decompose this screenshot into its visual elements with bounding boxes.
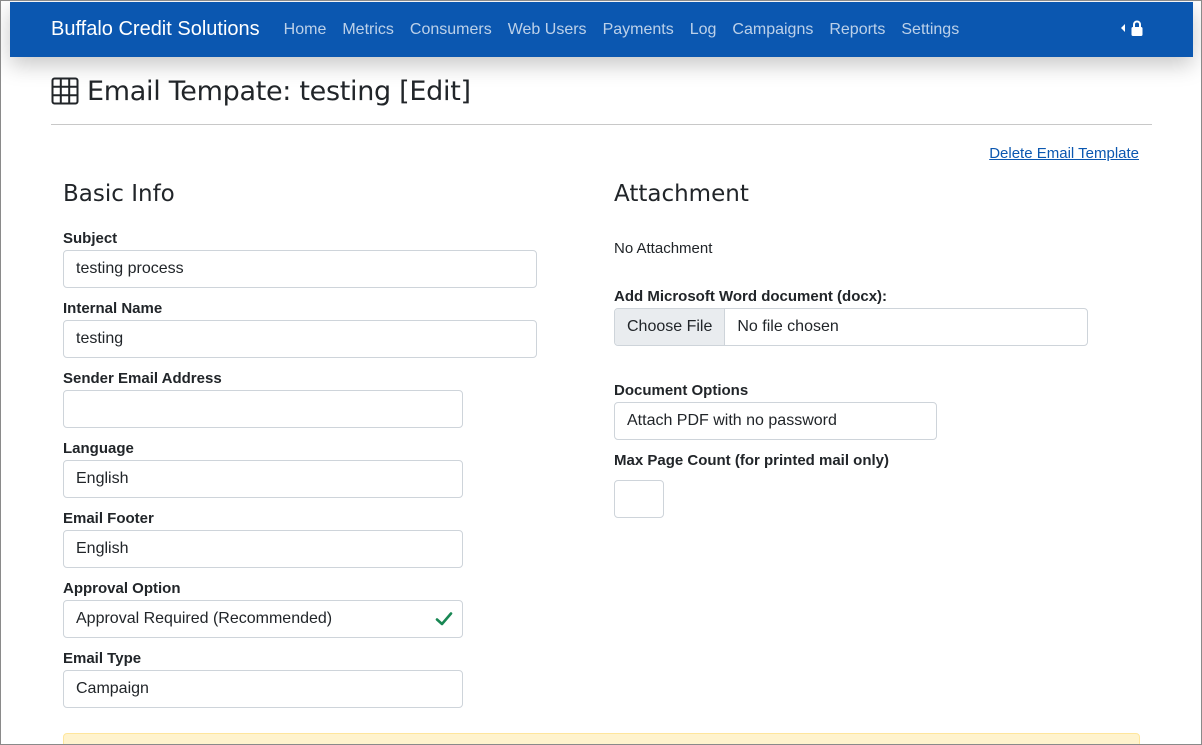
nav-link-log[interactable]: Log	[690, 21, 717, 39]
subject-label: Subject	[63, 230, 118, 247]
page-header: Email Tempate: testing [Edit]	[51, 71, 471, 111]
file-name-text: No file chosen	[737, 318, 839, 335]
internal-name-value: testing	[76, 330, 124, 347]
subject-input[interactable]: testing process	[63, 250, 537, 288]
nav-link-web-users[interactable]: Web Users	[508, 21, 587, 39]
approval-option-value: Approval Required (Recommended)	[76, 610, 333, 627]
basic-info-heading: Basic Info	[63, 181, 175, 207]
internal-name-input[interactable]: testing	[63, 320, 537, 358]
caret-left-icon	[1121, 24, 1125, 32]
table-grid-icon	[51, 77, 79, 105]
nav-link-settings[interactable]: Settings	[901, 21, 959, 39]
document-options-select[interactable]: Attach PDF with no password	[614, 402, 937, 440]
email-type-label: Email Type	[63, 650, 142, 667]
subject-value: testing process	[76, 260, 184, 277]
document-options-value: Attach PDF with no password	[627, 412, 837, 429]
app-window: Buffalo Credit Solutions Home Metrics Co…	[0, 0, 1202, 745]
nav-links: Home Metrics Consumers Web Users Payment…	[284, 21, 976, 39]
brand-name[interactable]: Buffalo Credit Solutions	[51, 18, 260, 41]
attachment-status: No Attachment	[614, 240, 713, 257]
nav-link-reports[interactable]: Reports	[829, 21, 885, 39]
docx-file-input[interactable]: Choose File No file chosen	[614, 308, 1088, 346]
choose-file-button[interactable]: Choose File	[615, 309, 726, 345]
sender-email-input[interactable]	[63, 390, 463, 428]
user-menu-toggle[interactable]	[1121, 20, 1143, 36]
check-icon	[435, 612, 453, 626]
email-type-select[interactable]: Campaign	[63, 670, 463, 708]
language-select[interactable]: English	[63, 460, 463, 498]
max-page-count-label: Max Page Count (for printed mail only)	[614, 452, 890, 469]
email-footer-label: Email Footer	[63, 510, 154, 527]
page-title: Email Tempate: testing [Edit]	[87, 75, 471, 107]
language-label: Language	[63, 440, 134, 457]
delete-template-link[interactable]: Delete Email Template	[989, 145, 1139, 162]
attachment-heading: Attachment	[614, 181, 749, 207]
nav-link-consumers[interactable]: Consumers	[410, 21, 492, 39]
alert-box	[63, 733, 1140, 744]
top-navbar: Buffalo Credit Solutions Home Metrics Co…	[10, 2, 1193, 57]
email-type-value: Campaign	[76, 680, 149, 697]
email-footer-select[interactable]: English	[63, 530, 463, 568]
header-divider	[51, 124, 1152, 125]
nav-link-payments[interactable]: Payments	[603, 21, 674, 39]
internal-name-label: Internal Name	[63, 300, 163, 317]
document-options-label: Document Options	[614, 382, 749, 399]
approval-option-label: Approval Option	[63, 580, 181, 597]
sender-email-label: Sender Email Address	[63, 370, 222, 387]
max-page-count-input[interactable]	[614, 480, 664, 518]
docx-label: Add Microsoft Word document (docx):	[614, 288, 888, 305]
nav-link-home[interactable]: Home	[284, 21, 327, 39]
nav-link-campaigns[interactable]: Campaigns	[732, 21, 813, 39]
language-value: English	[76, 470, 129, 487]
nav-link-metrics[interactable]: Metrics	[342, 21, 394, 39]
approval-option-select[interactable]: Approval Required (Recommended)	[63, 600, 463, 638]
lock-icon	[1131, 20, 1143, 36]
email-footer-value: English	[76, 540, 129, 557]
